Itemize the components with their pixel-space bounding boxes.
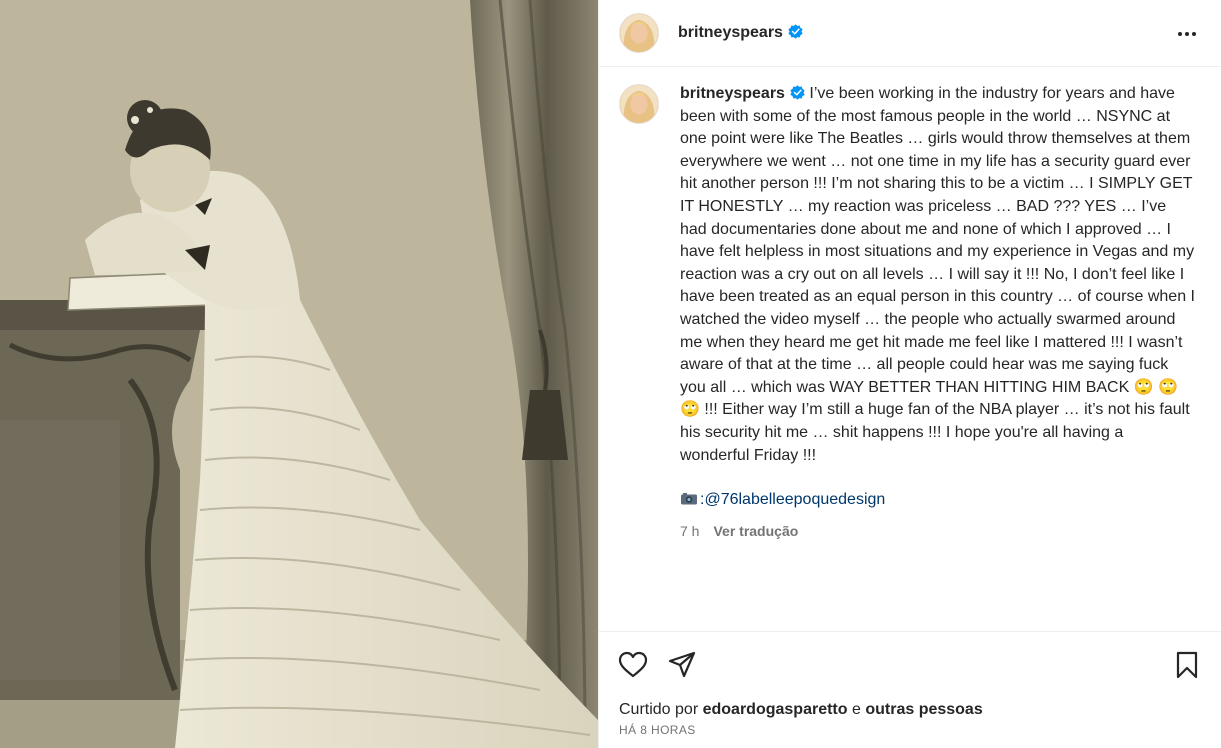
profile-picture xyxy=(620,14,658,52)
more-options-icon[interactable] xyxy=(1175,22,1199,46)
comments-scroll-area[interactable]: britneyspears I’ve been working in the i… xyxy=(599,68,1221,631)
post-image[interactable] xyxy=(0,0,598,748)
likes-others-link[interactable]: outras pessoas xyxy=(865,701,982,718)
likes-user-link[interactable]: edoardogasparetto xyxy=(703,701,848,718)
post-details-panel: britneyspears britneyspears I’ve been wo… xyxy=(598,0,1221,748)
victorian-woman-photo xyxy=(0,0,598,748)
send-icon[interactable] xyxy=(667,650,697,680)
likes-summary: Curtido por edoardogasparetto e outras p… xyxy=(619,701,983,719)
caption-body: britneyspears I’ve been working in the i… xyxy=(680,83,1195,542)
post-timestamp[interactable]: HÁ 8 HORAS xyxy=(619,723,696,737)
see-translation-button[interactable]: Ver tradução xyxy=(713,520,798,543)
header-username[interactable]: britneyspears xyxy=(678,24,803,42)
caption-age[interactable]: 7 h xyxy=(680,520,699,543)
heart-icon[interactable] xyxy=(618,650,648,680)
credit-handle-link[interactable]: @76labelleepoquedesign xyxy=(704,491,885,508)
likes-prefix: Curtido por xyxy=(619,701,699,718)
post-header: britneyspears xyxy=(599,0,1221,67)
avatar[interactable] xyxy=(619,13,659,53)
bookmark-icon[interactable] xyxy=(1172,650,1202,680)
caption-meta: 7 h Ver tradução xyxy=(680,520,1195,543)
photo-credit: :@76labelleepoquedesign xyxy=(680,489,1195,512)
verified-badge-icon xyxy=(788,24,803,39)
profile-picture xyxy=(620,85,658,123)
camera-emoji-icon xyxy=(681,493,697,505)
caption-avatar[interactable] xyxy=(619,84,659,124)
caption-username[interactable]: britneyspears xyxy=(680,85,785,102)
caption-text: I’ve been working in the industry for ye… xyxy=(680,85,1200,464)
likes-joiner: e xyxy=(851,701,861,718)
header-username-text[interactable]: britneyspears xyxy=(678,24,783,41)
verified-badge-icon xyxy=(790,85,805,100)
post-modal: britneyspears britneyspears I’ve been wo… xyxy=(0,0,1221,748)
action-bar xyxy=(599,631,1221,695)
caption-comment: britneyspears I’ve been working in the i… xyxy=(599,68,1221,542)
